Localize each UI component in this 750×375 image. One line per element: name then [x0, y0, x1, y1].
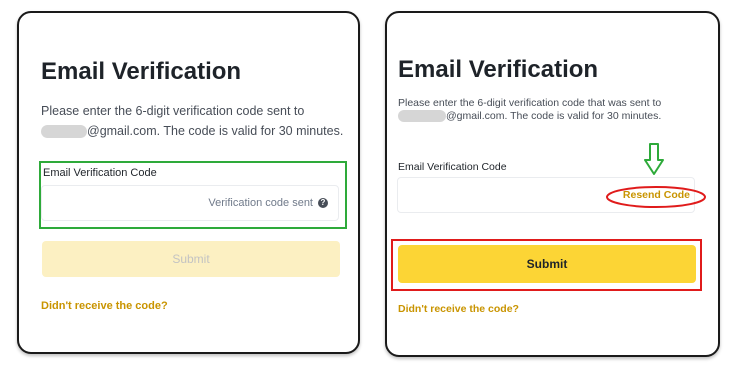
verification-code-input[interactable]: Verification code sent ?	[41, 185, 339, 221]
didnt-receive-code-link[interactable]: Didn't receive the code?	[398, 303, 519, 315]
instruction-text: Please enter the 6-digit verification co…	[398, 97, 718, 123]
red-highlight-ellipse	[606, 186, 706, 208]
verification-panel-before: Email Verification Please enter the 6-di…	[17, 11, 360, 354]
code-sent-status: Verification code sent ?	[208, 197, 328, 209]
submit-button-label: Submit	[526, 257, 568, 271]
submit-button[interactable]: Submit	[42, 241, 340, 277]
arrow-down-icon	[644, 143, 664, 175]
instruction-line-2: @gmail.com. The code is valid for 30 min…	[41, 121, 351, 141]
instruction-text: Please enter the 6-digit verification co…	[41, 101, 351, 141]
instruction-line-2: @gmail.com. The code is valid for 30 min…	[398, 110, 718, 123]
page-title: Email Verification	[41, 58, 242, 85]
didnt-receive-code-link[interactable]: Didn't receive the code?	[41, 300, 168, 312]
submit-button-label: Submit	[172, 252, 210, 266]
masked-email	[398, 110, 446, 123]
code-sent-text: Verification code sent	[208, 197, 313, 209]
page-title: Email Verification	[398, 56, 599, 83]
email-domain-text: @gmail.com. The code is valid for 30 min…	[87, 124, 344, 138]
verification-panel-after: Email Verification Please enter the 6-di…	[385, 11, 720, 357]
field-label: Email Verification Code	[43, 167, 157, 179]
field-label: Email Verification Code	[398, 161, 507, 173]
instruction-line-1: Please enter the 6-digit verification co…	[41, 104, 305, 118]
info-circle-icon[interactable]: ?	[318, 198, 328, 208]
submit-button[interactable]: Submit	[398, 245, 696, 283]
email-domain-text: @gmail.com. The code is valid for 30 min…	[446, 110, 662, 122]
masked-email	[41, 125, 87, 139]
instruction-line-1: Please enter the 6-digit verification co…	[398, 97, 662, 109]
